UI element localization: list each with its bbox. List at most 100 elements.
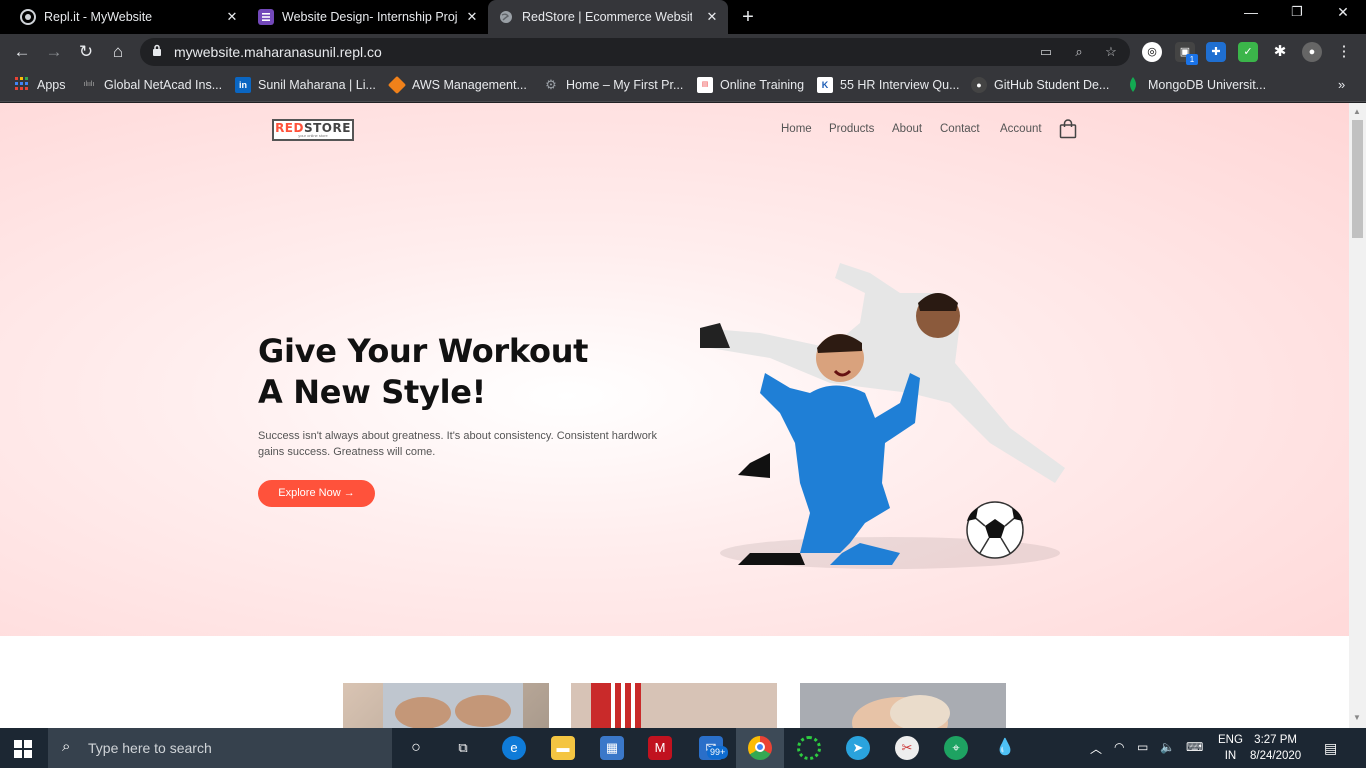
tab-title: RedStore | Ecommerce Website D [522,10,692,24]
url-text[interactable]: mywebsite.maharanasunil.repl.co [174,44,382,60]
forms-icon [258,9,274,25]
telegram-icon[interactable]: ➤ [846,736,870,760]
maps-icon[interactable]: ⌖ [944,736,968,760]
cisco-icon: ılıılı [83,81,95,88]
forward-icon[interactable]: → [42,40,66,64]
extension-badge: 1 [1186,54,1198,65]
close-icon[interactable]: ✕ [464,9,480,25]
new-tab-button[interactable]: + [737,6,759,28]
bookmark-github[interactable]: ● GitHub Student De... [971,77,1109,93]
page-viewport: REDSTORE your online store Home Products… [0,103,1349,728]
bookmark-hr[interactable]: K 55 HR Interview Qu... [817,77,960,93]
lock-icon [152,44,166,58]
windows-taskbar: ⌕ Type here to search ○ ⧉ e ▬ ▦ M ✉ 99+ … [0,728,1366,768]
extension-search-icon[interactable]: ◎ [1142,42,1162,62]
region-code: IN [1224,750,1237,762]
nav-contact[interactable]: Contact [940,123,980,135]
headline-line-1: Give Your Workout [258,332,589,370]
taskbar-search-box[interactable]: ⌕ Type here to search [48,728,392,768]
tab-redstore[interactable]: RedStore | Ecommerce Website D ✕ [488,0,728,34]
edge-icon[interactable]: e [502,736,526,760]
snipping-icon[interactable]: ✂ [895,736,919,760]
search-icon: ⌕ [62,738,71,755]
volume-icon[interactable]: 🔈 [1160,740,1175,754]
apps-grid-icon [14,77,30,93]
explore-now-button[interactable]: Explore Now → [258,480,375,507]
bookmark-apps[interactable]: Apps [14,77,66,93]
home-icon[interactable]: ⌂ [106,40,130,64]
store-icon[interactable]: ▦ [600,736,624,760]
extensions-puzzle-icon[interactable]: ✱ [1270,42,1290,62]
hero-section: REDSTORE your online store Home Products… [0,103,1349,636]
battery-icon[interactable]: ▭ [1137,740,1148,754]
bookmark-mongodb[interactable]: MongoDB Universit... [1125,77,1266,93]
logo-tagline: your online store [298,133,328,138]
zoom-icon[interactable]: ⌕ [1070,43,1088,61]
task-view-icon[interactable]: ⧉ [451,736,475,760]
nav-about[interactable]: About [892,123,922,135]
close-icon[interactable]: ✕ [224,9,240,25]
bookmark-home[interactable]: ⚙ Home – My First Pr... [543,77,683,93]
minimize-icon[interactable]: — [1241,4,1261,20]
nav-account[interactable]: Account [1000,123,1042,135]
bookmark-label: Apps [37,78,66,92]
tab-forms[interactable]: Website Design- Internship Proje ✕ [248,0,488,34]
clock-date: 8/24/2020 [1250,750,1302,762]
mail-badge: 99+ [707,746,729,759]
reload-icon[interactable]: ↻ [74,40,98,64]
globe-icon [498,9,514,25]
bookmark-linkedin[interactable]: in Sunil Maharana | Li... [235,77,376,93]
keyboard-icon[interactable]: ⌨ [1186,740,1203,754]
extension-shield-icon[interactable]: ✓ [1238,42,1258,62]
restore-icon[interactable]: ❐ [1287,4,1307,20]
language-code: ENG [1218,734,1243,746]
cast-icon[interactable]: ▭ [1037,43,1055,61]
back-icon[interactable]: ← [10,40,34,64]
profile-avatar[interactable]: ● [1302,42,1322,62]
cart-icon[interactable] [1059,119,1077,139]
close-icon[interactable]: ✕ [704,9,720,25]
file-explorer-icon[interactable]: ▬ [551,736,575,760]
page-scrollbar[interactable]: ▲ ▼ [1349,103,1366,728]
bookmark-netacad[interactable]: ılıılı Global NetAcad Ins... [81,77,223,93]
scroll-thumb[interactable] [1352,120,1363,238]
bookmark-label: MongoDB Universit... [1148,78,1267,92]
loader-app-icon[interactable] [797,736,821,760]
tab-replit[interactable]: Repl.it - MyWebsite ✕ [0,0,248,34]
bookmark-label: Online Training [720,78,805,92]
tab-title: Website Design- Internship Proje [282,10,457,24]
category-image-2[interactable] [571,683,777,728]
system-clock[interactable]: 3:27 PM 8/24/2020 [1250,732,1301,764]
clock-time: 3:27 PM [1254,734,1297,746]
close-window-icon[interactable]: ✕ [1333,4,1353,21]
notifications-icon[interactable]: ▤ [1324,740,1337,757]
scroll-down-icon[interactable]: ▼ [1353,713,1361,722]
menu-kebab-icon[interactable]: ⋮ [1334,42,1354,62]
bookmarks-bar: Apps ılıılı Global NetAcad Ins... in Sun… [0,70,1366,102]
windows-start-icon[interactable] [14,740,32,758]
extension-puzzle-blue-icon[interactable]: ✚ [1206,42,1226,62]
site-logo[interactable]: REDSTORE your online store [272,119,354,141]
bookmark-aws[interactable]: AWS Management... [387,75,527,95]
nav-home[interactable]: Home [781,123,812,135]
address-bar[interactable]: mywebsite.maharanasunil.repl.co ▭ ⌕ ☆ [140,38,1130,66]
network-icon[interactable]: ◠ [1114,740,1124,754]
cortana-icon[interactable]: ○ [404,736,428,760]
bookmark-k-icon: K [817,77,833,93]
nav-products[interactable]: Products [829,123,874,135]
category-image-1[interactable] [343,683,549,728]
tray-chevron-icon[interactable]: ︿ [1090,740,1102,757]
bookmark-label: Home – My First Pr... [566,78,684,92]
star-icon[interactable]: ☆ [1102,43,1120,61]
scroll-up-icon[interactable]: ▲ [1353,107,1361,116]
bookmark-training[interactable]: ▤ Online Training [697,77,804,93]
search-placeholder: Type here to search [88,740,212,756]
drop-app-icon[interactable]: 💧 [993,736,1017,760]
language-indicator[interactable]: ENG IN [1218,732,1243,764]
hero-headline: Give Your Workout A New Style! [258,331,588,413]
chrome-icon[interactable] [748,736,772,760]
mcafee-icon[interactable]: M [648,736,672,760]
category-image-3[interactable] [800,683,1006,728]
more-bookmarks-icon[interactable]: » [1338,77,1345,92]
hero-subtext: Success isn't always about greatness. It… [258,430,657,458]
